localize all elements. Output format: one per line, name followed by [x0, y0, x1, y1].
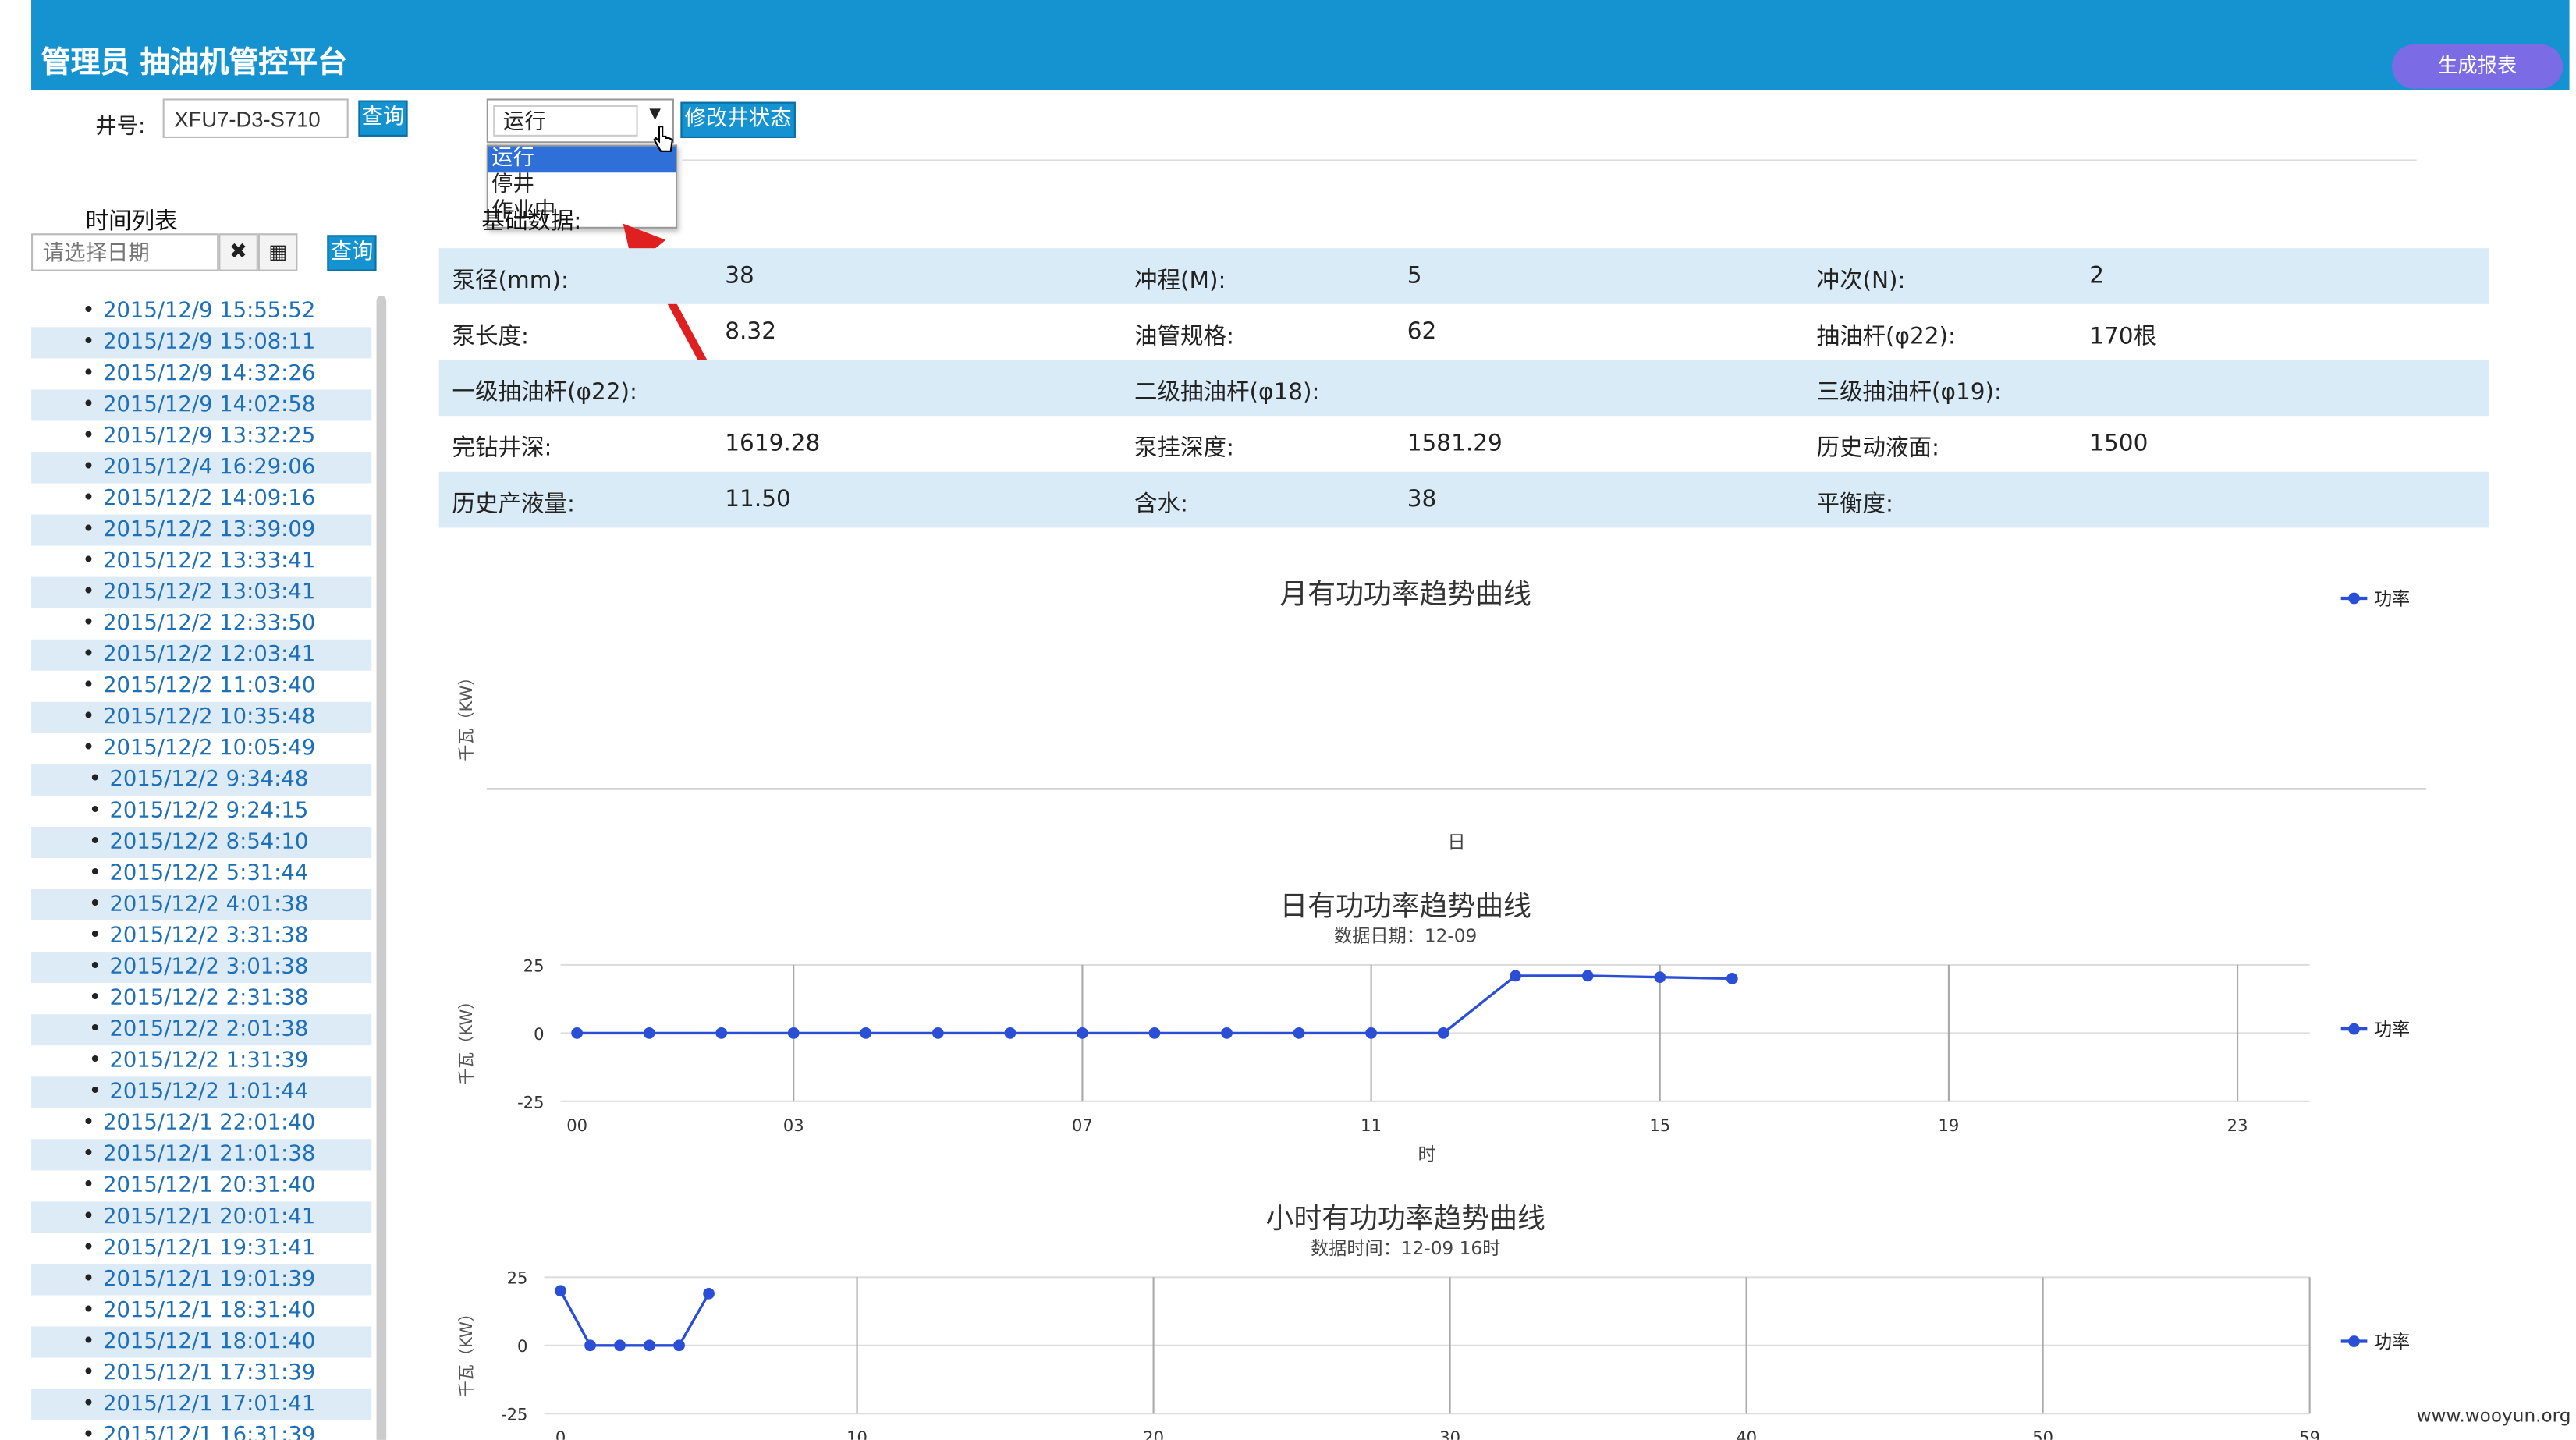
watermark: www.wooyun.org	[2416, 1405, 2571, 1428]
data-point	[584, 1339, 596, 1352]
data-point	[1654, 971, 1666, 984]
data-point	[1004, 1027, 1017, 1039]
legend-label: 功率	[2374, 1020, 2410, 1041]
power-trend-charts: 千瓦（KW）日功率千瓦（KW）250-2500 03 07 11 15 19 23时功率千瓦…	[456, 588, 2427, 1440]
x-tick-label: 00	[566, 1115, 587, 1135]
data-point	[673, 1339, 685, 1352]
y-axis-label: 千瓦（KW）	[456, 993, 476, 1085]
y-tick-label: 25	[507, 1268, 528, 1288]
data-point	[1221, 1027, 1233, 1039]
legend-label: 功率	[2374, 588, 2410, 609]
y-tick-label: 25	[523, 956, 545, 975]
legend-marker	[2348, 592, 2360, 605]
legend-marker	[2348, 1023, 2360, 1035]
data-point	[614, 1339, 626, 1352]
data-point	[1437, 1027, 1449, 1039]
y-tick-label: -25	[517, 1092, 544, 1112]
y-tick-label: -25	[501, 1405, 527, 1424]
data-point	[571, 1027, 584, 1039]
series-line-power	[577, 974, 1733, 1035]
y-tick-label: 0	[534, 1024, 544, 1044]
data-point	[703, 1287, 715, 1300]
legend-label: 功率	[2374, 1332, 2410, 1353]
x-tick-label: 07	[1072, 1115, 1093, 1135]
data-point	[1510, 970, 1522, 982]
x-axis-label: 日	[1447, 832, 1465, 853]
y-axis-label: 千瓦（KW）	[456, 1305, 476, 1397]
data-point	[1581, 970, 1594, 982]
data-point	[787, 1027, 800, 1039]
data-point	[643, 1027, 655, 1039]
x-tick-label: 19	[1939, 1115, 1960, 1135]
x-tick-label: 23	[2227, 1115, 2248, 1135]
x-tick-label: 11	[1361, 1115, 1382, 1135]
data-point	[1077, 1027, 1088, 1039]
data-point	[555, 1285, 566, 1297]
y-tick-label: 0	[517, 1336, 527, 1356]
legend-marker	[2348, 1335, 2360, 1347]
data-point	[1148, 1027, 1161, 1039]
data-point	[1726, 973, 1738, 984]
data-point	[715, 1027, 728, 1039]
x-tick-label: 15	[1649, 1115, 1670, 1135]
series-line-power	[559, 1289, 711, 1347]
x-axis-label: 时	[1418, 1144, 1435, 1165]
data-point	[644, 1339, 655, 1352]
x-tick-label: 03	[783, 1115, 804, 1135]
data-point	[1365, 1027, 1377, 1039]
y-axis-label: 千瓦（KW）	[456, 669, 476, 761]
data-point	[1293, 1027, 1305, 1039]
data-point	[931, 1027, 944, 1039]
data-point	[860, 1027, 872, 1039]
